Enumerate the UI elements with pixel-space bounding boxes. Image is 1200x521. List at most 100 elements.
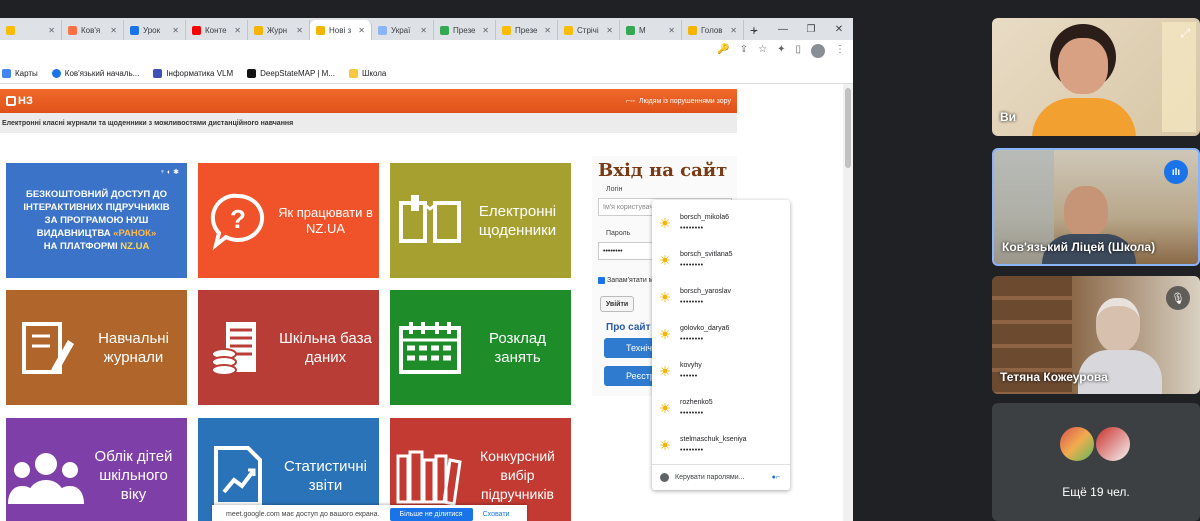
tab-label: Нові з — [329, 25, 352, 35]
browser-tab[interactable]: Стрічі ✕ — [558, 20, 620, 40]
tab-close-icon[interactable]: ✕ — [730, 26, 737, 35]
nz-subheader: Електронні класні журнали та щоденники з… — [0, 113, 737, 133]
browser-tab[interactable]: Презе ✕ — [496, 20, 558, 40]
password-autofill-popup: borsch_mikola6 •••••••• borsch_svitlana5 ••… — [652, 200, 790, 490]
speaking-indicator-icon: ıIı — [1164, 160, 1188, 184]
screen-share-bar: meet.google.com має доступ до вашого екр… — [212, 505, 527, 521]
meet-participants-panel: Ви ⤢ ıIı Ков'язький Ліцей (Школа) 🎙 Тетя… — [853, 0, 1200, 521]
tab-close-icon[interactable]: ✕ — [172, 26, 179, 35]
profile-avatar[interactable] — [811, 44, 825, 58]
participant-name: Ков'язький Ліцей (Школа) — [1002, 240, 1156, 254]
tab-close-icon[interactable]: ✕ — [482, 26, 489, 35]
more-participants-count: Ещё 19 чел. — [1062, 485, 1130, 499]
browser-tab[interactable]: Ков'я ✕ — [62, 20, 124, 40]
saved-password-mask: •••••••• — [680, 446, 704, 454]
browser-tab[interactable]: Украї ✕ — [372, 20, 434, 40]
tab-search-icon[interactable]: ⌄ — [741, 18, 769, 40]
star-icon[interactable]: ☆ — [758, 44, 767, 58]
tile-journals[interactable]: Навчальні журнали — [6, 290, 187, 405]
glasses-icon: ⌐◦◦ — [625, 97, 635, 105]
tile-e-diaries[interactable]: Електронні щоденники — [390, 163, 571, 278]
bookmark-folder-school[interactable]: Школа — [349, 69, 386, 78]
browser-tab[interactable]: Конте ✕ — [186, 20, 248, 40]
window-background — [1162, 22, 1196, 132]
side-panel-icon[interactable]: ▯ — [795, 44, 801, 58]
menu-icon[interactable]: ⋮ — [835, 44, 845, 58]
hide-share-bar-link[interactable]: Сховати — [483, 511, 510, 518]
bookmark-informatics[interactable]: Інформатика VLM — [153, 69, 233, 78]
browser-tab[interactable]: Презе ✕ — [434, 20, 496, 40]
tab-close-icon[interactable]: ✕ — [48, 26, 55, 35]
browser-tab[interactable]: M ✕ — [620, 20, 682, 40]
participant-tile-tetiana[interactable]: 🎙 Тетяна Кожеурова — [992, 276, 1200, 394]
site-sun-icon — [660, 439, 670, 450]
participant-name: Ви — [1000, 110, 1017, 124]
maps-icon — [2, 69, 11, 78]
page-scrollbar[interactable] — [843, 84, 853, 521]
tab-close-icon[interactable]: ✕ — [668, 26, 675, 35]
tab-close-icon[interactable]: ✕ — [420, 26, 427, 35]
tab-favicon-icon — [254, 25, 263, 35]
saved-password-item[interactable]: stelmaschuk_kseniya •••••••• — [652, 426, 790, 463]
tab-close-icon[interactable]: ✕ — [234, 26, 241, 35]
calendar-icon — [390, 308, 470, 388]
key-icon[interactable]: 🔑 — [717, 44, 729, 58]
scrollbar-thumb[interactable] — [845, 88, 851, 168]
saved-password-mask: •••••••• — [680, 409, 704, 417]
globe-icon — [51, 69, 61, 78]
nz-logo[interactable]: НЗ — [6, 95, 33, 107]
tile-children-registry[interactable]: Облік дітей шкільного віку — [6, 418, 187, 521]
participant-tile-school[interactable]: ıIı Ков'язький Ліцей (Школа) — [992, 148, 1200, 266]
saved-password-item[interactable]: rozhenko5 •••••••• — [652, 389, 790, 426]
participant-tile-self[interactable]: Ви ⤢ — [992, 18, 1200, 136]
tile-how-to-use[interactable]: ? Як працювати в NZ.UA — [198, 163, 379, 278]
participant-avatar — [1094, 425, 1132, 463]
tile-school-database[interactable]: Шкільна база даних — [198, 290, 379, 405]
vision-impaired-link[interactable]: ⌐◦◦ Людям із порушеннями зору — [626, 98, 731, 105]
login-submit-button[interactable]: Увійти — [600, 296, 634, 312]
saved-password-mask: •••••••• — [680, 224, 704, 232]
manage-passwords-link[interactable]: Керувати паролями... ●⌐ — [652, 464, 790, 490]
maximize-button[interactable]: ❐ — [797, 18, 825, 40]
saved-password-item[interactable]: borsch_mikola6 •••••••• — [652, 204, 790, 241]
browser-tab[interactable]: Журн ✕ — [248, 20, 310, 40]
browser-tab[interactable]: Урок ✕ — [124, 20, 186, 40]
site-sun-icon — [660, 217, 670, 228]
tab-close-icon[interactable]: ✕ — [358, 26, 365, 35]
tab-close-icon[interactable]: ✕ — [296, 26, 303, 35]
stop-sharing-button[interactable]: Більше не ділитися — [389, 507, 473, 521]
tab-close-icon[interactable]: ✕ — [544, 26, 551, 35]
tab-favicon-icon — [440, 25, 449, 35]
browser-tab[interactable]: ✕ — [0, 20, 62, 40]
promo-tile[interactable]: ♆ ◐ ✱ БЕЗКОШТОВНИЙ ДОСТУП ДО ІНТЕРАКТИВН… — [6, 163, 187, 278]
saved-password-item[interactable]: golovko_darya6 •••••••• — [652, 315, 790, 352]
minimize-button[interactable]: — — [769, 18, 797, 40]
site-sun-icon — [660, 254, 670, 265]
browser-tab[interactable]: Голов ✕ — [682, 20, 744, 40]
remember-checkbox[interactable]: Запам'ятати м — [598, 277, 653, 284]
tab-label: Журн — [267, 25, 288, 35]
close-window-button[interactable]: ✕ — [825, 18, 853, 40]
pin-icon[interactable]: ⤢ — [1180, 26, 1190, 41]
saved-username: golovko_darya6 — [680, 324, 730, 332]
tile-schedule[interactable]: Розклад занять — [390, 290, 571, 405]
nz-header: НЗ ⌐◦◦ Людям із порушеннями зору — [0, 89, 737, 113]
extensions-icon[interactable]: ✦ — [777, 44, 785, 58]
saved-password-item[interactable]: borsch_svitlana5 •••••••• — [652, 241, 790, 278]
saved-password-item[interactable]: borsch_yaroslav •••••••• — [652, 278, 790, 315]
bookmark-maps[interactable]: Карты — [2, 69, 38, 78]
participant-face — [1096, 298, 1140, 352]
checkbox-checked-icon — [598, 277, 605, 284]
bookmark-deepstate[interactable]: DeepStateMAP | М... — [247, 69, 335, 78]
deepstate-icon — [247, 69, 257, 78]
tab-close-icon[interactable]: ✕ — [606, 26, 613, 35]
participant-avatar — [1058, 425, 1096, 463]
saved-password-item[interactable]: kovyhy •••••• — [652, 352, 790, 389]
bookmark-kovyazky[interactable]: Ков'язький началь... — [51, 69, 139, 78]
tab-favicon-icon — [378, 25, 387, 35]
share-icon[interactable]: ⇪ — [740, 44, 748, 58]
more-participants-tile[interactable]: Ещё 19 чел. — [992, 403, 1200, 521]
browser-tab[interactable]: Нові з ✕ — [310, 20, 372, 40]
tab-close-icon[interactable]: ✕ — [110, 26, 117, 35]
svg-text:?: ? — [230, 204, 246, 234]
